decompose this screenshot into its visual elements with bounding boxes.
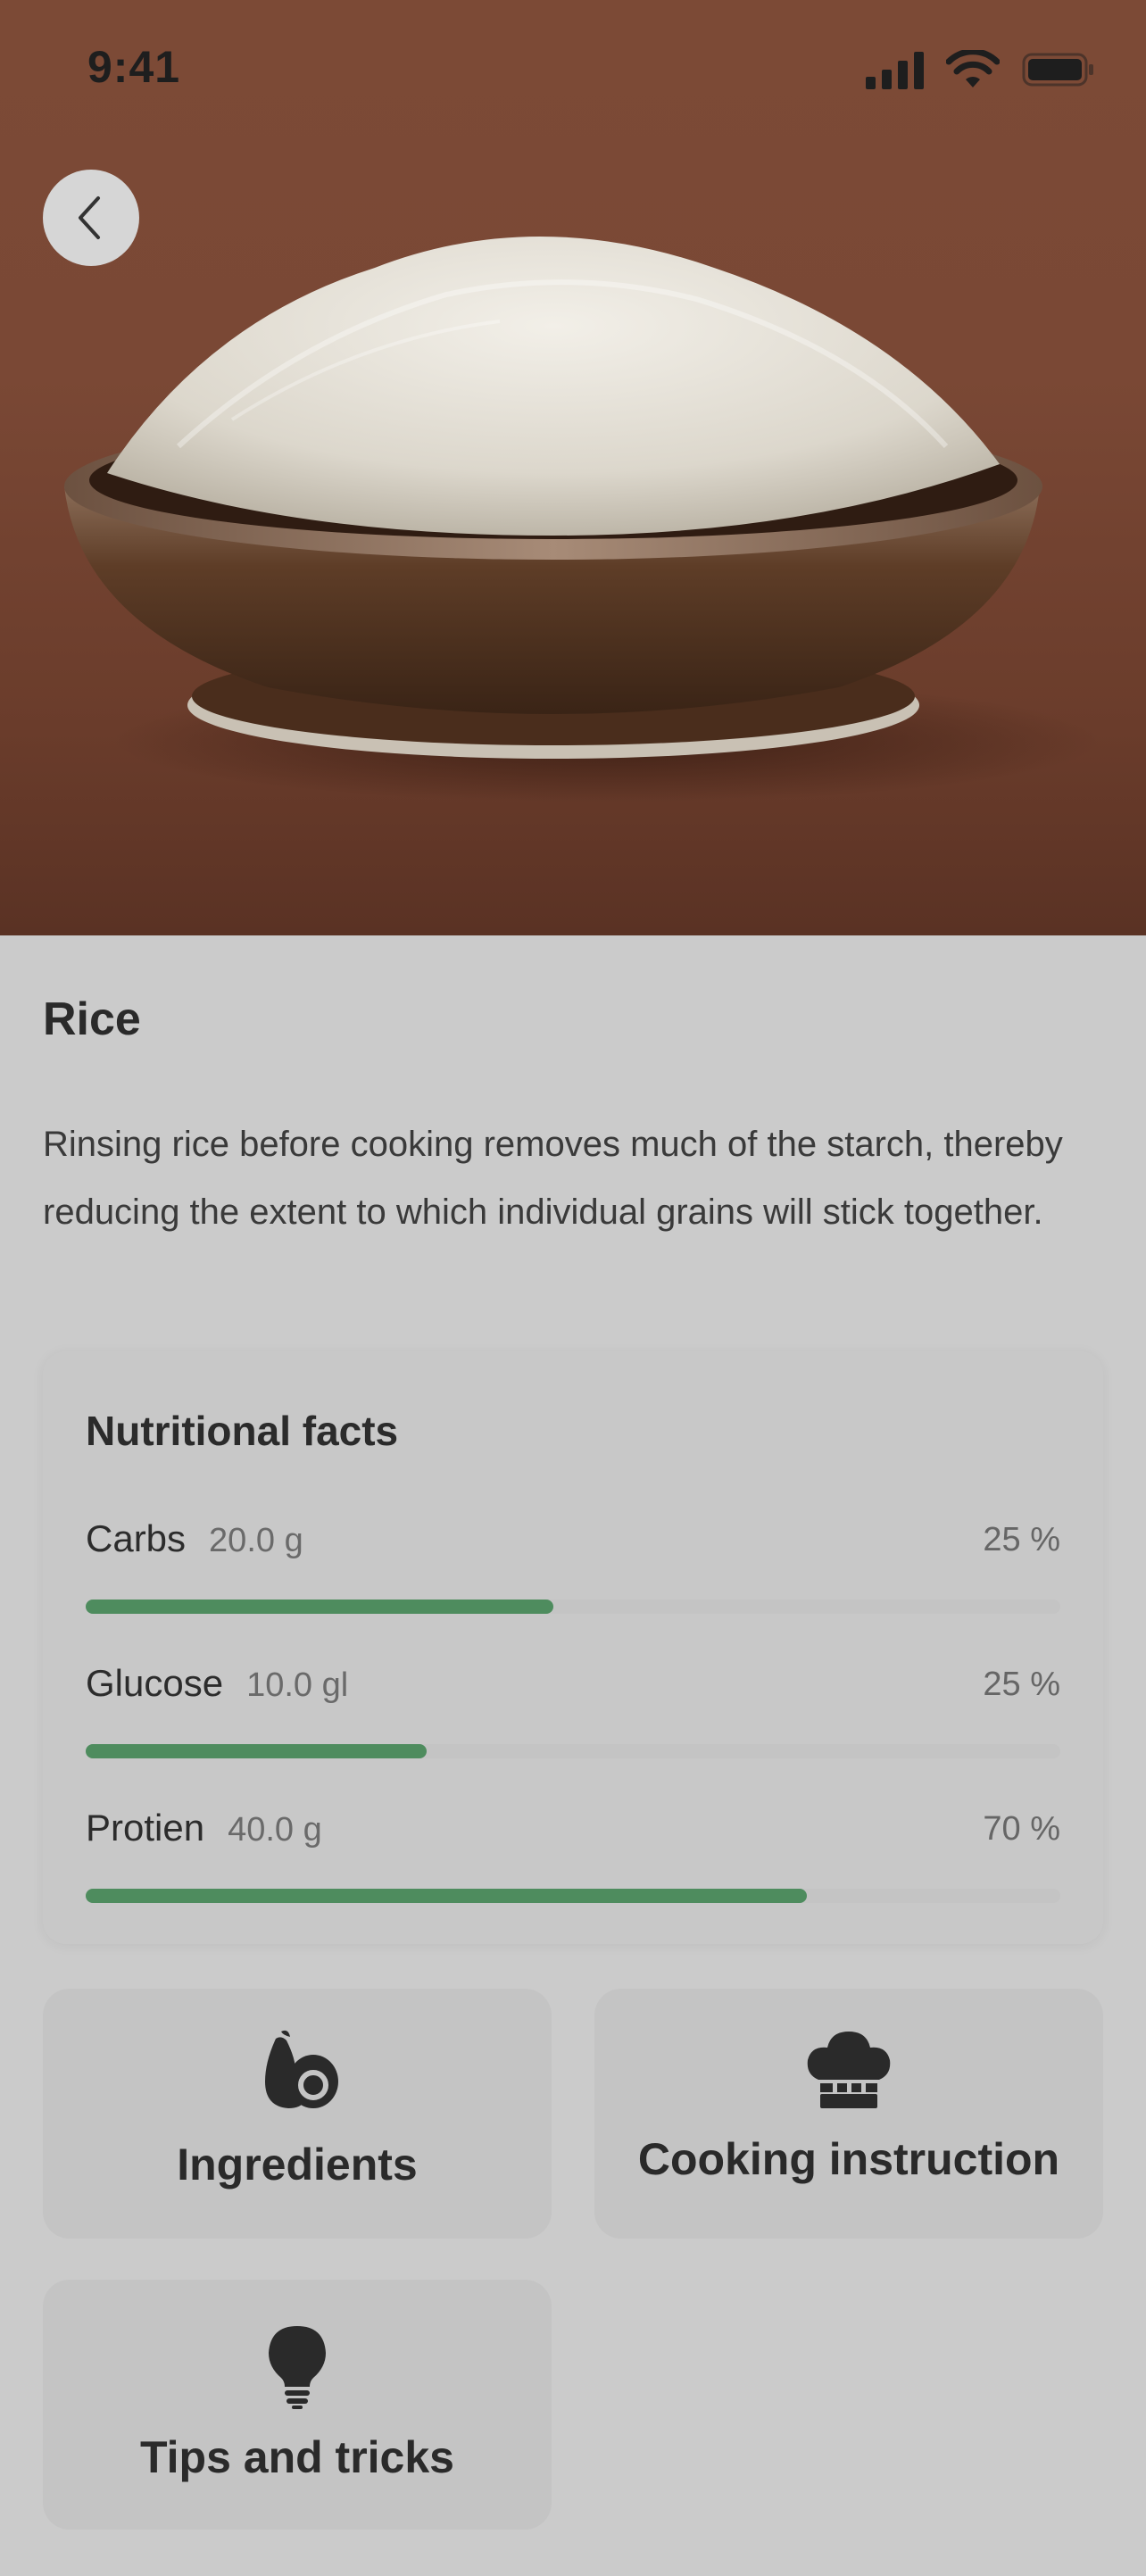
nutrient-label: Carbs 20.0 g <box>86 1517 303 1560</box>
nutrient-label: Glucose 10.0 gl <box>86 1662 348 1705</box>
progress-fill <box>86 1744 428 1758</box>
chevron-left-icon <box>79 196 100 239</box>
food-description: Rinsing rice before cooking removes much… <box>43 1125 1063 1232</box>
battery-icon <box>1022 53 1093 87</box>
cooking-instruction-tile[interactable]: Cooking instruction <box>594 1989 1103 2239</box>
lightbulb-icon <box>269 2326 326 2409</box>
progress-track <box>86 1600 1060 1614</box>
status-icons <box>864 50 1096 89</box>
back-button[interactable] <box>43 170 139 266</box>
status-time: 9:41 <box>87 42 181 92</box>
progress-track <box>86 1889 1060 1903</box>
ingredients-label: Ingredients <box>177 2140 418 2190</box>
tips-and-tricks-tile[interactable]: Tips and tricks <box>43 2280 552 2530</box>
nutrition-title: Nutritional facts <box>86 1408 399 1454</box>
nutrition-card: Nutritional facts Carbs 20.0 g 25 % Gluco… <box>43 1351 1103 1944</box>
nutrient-percent: 70 % <box>983 1810 1060 1848</box>
progress-fill <box>86 1889 808 1903</box>
signal-icon <box>866 52 924 89</box>
status-bar: 9:41 <box>0 0 1146 134</box>
nutrient-amount: 40.0 g <box>228 1811 322 1849</box>
progress-fill <box>86 1600 554 1614</box>
progress-track <box>86 1744 1060 1758</box>
nutrient-label: Protien 40.0 g <box>86 1807 322 1849</box>
hero-image: 9:41 <box>0 0 1146 935</box>
cooking-instruction-label: Cooking instruction <box>637 2134 1060 2184</box>
nutrient-percent: 25 % <box>983 1666 1060 1703</box>
rice-bowl-illustration <box>64 237 1042 759</box>
nutrient-row-carbs: Carbs 20.0 g 25 % <box>86 1517 1060 1616</box>
nutrient-row-glucose: Glucose 10.0 gl 25 % <box>86 1662 1060 1760</box>
nutrient-amount: 20.0 g <box>209 1522 303 1559</box>
food-title: Rice <box>43 993 141 1045</box>
ingredients-tile[interactable]: Ingredients <box>43 1989 552 2239</box>
nutrient-name: Protien <box>86 1807 205 1849</box>
nutrient-amount: 10.0 gl <box>246 1666 349 1704</box>
nutrient-name: Glucose <box>86 1662 224 1704</box>
tips-and-tricks-label: Tips and tricks <box>140 2432 454 2482</box>
nutrient-name: Carbs <box>86 1517 187 1559</box>
chef-hat-icon <box>807 2032 891 2108</box>
avocado-icon <box>265 2030 338 2108</box>
nutrient-row-protein: Protien 40.0 g 70 % <box>86 1807 1060 1905</box>
wifi-icon <box>946 50 1000 87</box>
nutrient-percent: 25 % <box>983 1521 1060 1558</box>
